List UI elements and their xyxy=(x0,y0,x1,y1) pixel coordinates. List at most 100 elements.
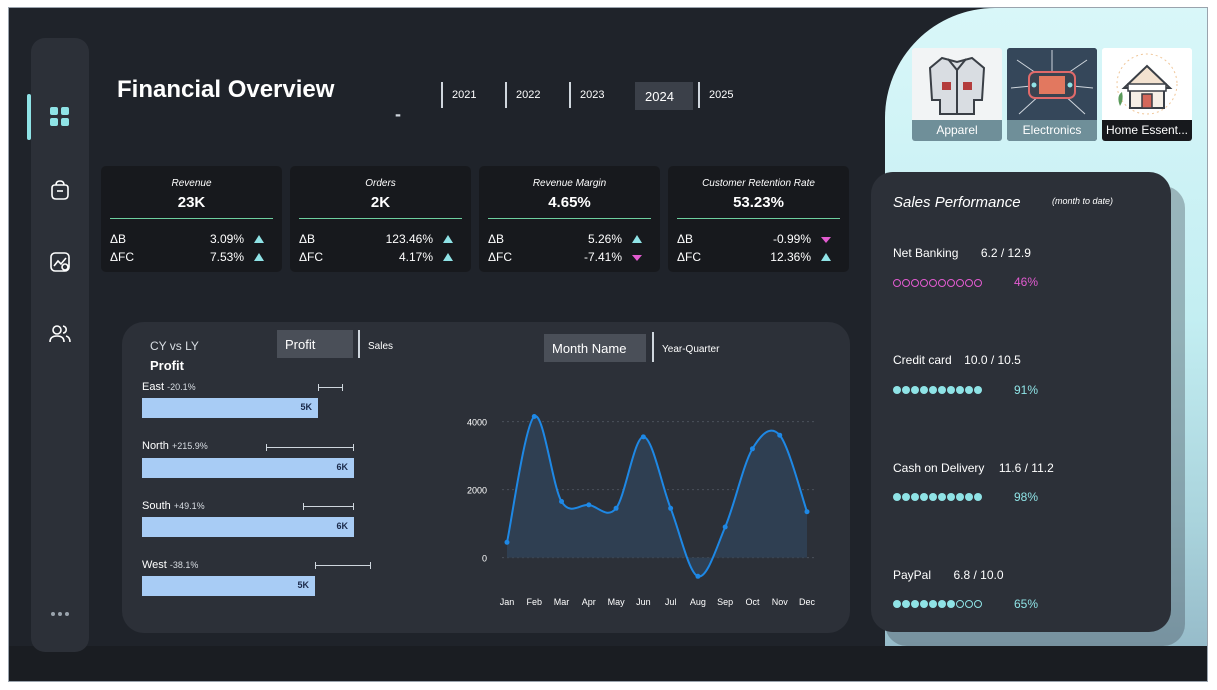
year-2023[interactable]: 2023 xyxy=(569,82,604,108)
perf-title: Sales Performance xyxy=(893,194,1021,211)
progress-dot xyxy=(911,600,919,608)
progress-dot xyxy=(956,279,964,287)
data-point-nov[interactable] xyxy=(777,432,783,438)
arrow-up-icon xyxy=(821,253,831,261)
data-point-may[interactable] xyxy=(613,505,619,511)
data-point-apr[interactable] xyxy=(586,502,592,508)
perf-row-net-banking: Net Banking 6.2 / 12.9 xyxy=(893,244,1031,262)
kpi-delta-label: ΔFC xyxy=(110,250,135,264)
kpi-title: Customer Retention Rate xyxy=(702,178,815,189)
data-point-jun[interactable] xyxy=(640,434,646,440)
toggle-sales[interactable]: Sales xyxy=(368,341,393,352)
kpi-card-customer-retention: Customer Retention Rate 53.23% ΔB -0.99%… xyxy=(668,166,849,272)
data-point-mar[interactable] xyxy=(559,499,565,504)
method-pct: 98% xyxy=(1014,490,1039,504)
data-point-jan[interactable] xyxy=(504,539,510,545)
shopping-bag-icon[interactable] xyxy=(44,174,76,206)
more-icon[interactable] xyxy=(44,598,76,630)
data-point-oct[interactable] xyxy=(749,446,755,452)
method-ratio: 6.2 / 12.9 xyxy=(980,246,1031,260)
data-point-sep[interactable] xyxy=(722,524,728,530)
toggle-profit[interactable]: Profit xyxy=(277,330,353,358)
kpi-value: 4.65% xyxy=(548,194,591,211)
progress-dot xyxy=(974,279,982,287)
data-point-feb[interactable] xyxy=(531,414,537,419)
perf-row-paypal: PayPal 6.8 / 10.0 xyxy=(893,566,1004,584)
category-label: Apparel xyxy=(912,120,1002,141)
kpi-delta-label: ΔFC xyxy=(488,250,513,264)
kpi-delta-value: -7.41% xyxy=(583,250,622,264)
kpi-title: Revenue Margin xyxy=(532,178,607,189)
arrow-up-icon xyxy=(632,235,642,243)
region-bar-west[interactable]: 5K xyxy=(142,576,315,596)
data-point-dec[interactable] xyxy=(804,509,810,515)
region-change: +49.1% xyxy=(173,501,205,511)
progress-dot xyxy=(911,386,919,394)
analytics-icon[interactable] xyxy=(44,246,76,278)
region-change: -38.1% xyxy=(169,560,199,570)
region-name: South xyxy=(142,500,171,512)
progress-dot xyxy=(974,493,982,501)
method-progress-dots xyxy=(893,386,982,394)
region-name: North xyxy=(142,440,169,452)
x-tick-label: Aug xyxy=(690,597,706,607)
progress-dot xyxy=(974,386,982,394)
year-2022[interactable]: 2022 xyxy=(505,82,540,108)
toggle-divider xyxy=(652,332,654,362)
method-ratio: 6.8 / 10.0 xyxy=(953,568,1004,582)
progress-dot xyxy=(920,600,928,608)
kpi-value: 53.23% xyxy=(733,194,784,211)
dashboard-frame: Financial Overview - 2021 2022 2023 2024… xyxy=(8,7,1208,682)
progress-dot xyxy=(947,600,955,608)
method-name: Cash on Delivery xyxy=(893,461,985,475)
kpi-value: 23K xyxy=(177,194,206,211)
kpi-delta-budget-row: ΔB 3.09% xyxy=(110,232,270,248)
category-apparel[interactable]: Apparel xyxy=(912,48,1002,141)
kpi-delta-label: ΔFC xyxy=(299,250,324,264)
progress-dot xyxy=(965,386,973,394)
progress-dot xyxy=(902,279,910,287)
arrow-up-icon xyxy=(443,253,453,261)
method-ratio: 10.0 / 10.5 xyxy=(964,353,1021,367)
kpi-delta-forecast-row: ΔFC 4.17% xyxy=(299,250,459,266)
progress-dot xyxy=(902,386,910,394)
region-bar-east[interactable]: 5K xyxy=(142,398,318,418)
jacket-icon xyxy=(912,48,1002,120)
category-home-essentials[interactable]: Home Essent... xyxy=(1102,48,1192,141)
toggle-year-quarter[interactable]: Year-Quarter xyxy=(662,344,719,355)
profit-panel: CY vs LY Profit Profit Sales Month Name … xyxy=(122,322,850,633)
users-icon[interactable] xyxy=(44,318,76,350)
year-2025[interactable]: 2025 xyxy=(698,82,733,108)
grid-icon[interactable] xyxy=(44,101,76,133)
region-bar-south[interactable]: 6K xyxy=(142,517,354,537)
region-label-south: South +49.1% xyxy=(142,500,205,512)
bar-value: 5K xyxy=(297,580,309,590)
year-2024[interactable]: 2024 xyxy=(635,82,693,110)
panel-metric-title: Profit xyxy=(150,358,184,373)
toggle-month-name[interactable]: Month Name xyxy=(544,334,646,362)
year-2021[interactable]: 2021 xyxy=(441,82,476,108)
x-tick-label: Feb xyxy=(527,597,543,607)
area-fill xyxy=(507,416,807,577)
progress-dot xyxy=(956,386,964,394)
x-tick-label: Jul xyxy=(665,597,677,607)
x-tick-label: Dec xyxy=(799,597,816,607)
y-tick-label: 0 xyxy=(482,554,487,564)
x-tick-label: Jan xyxy=(500,597,515,607)
region-change: -20.1% xyxy=(167,382,196,392)
category-electronics[interactable]: Electronics xyxy=(1007,48,1097,141)
progress-dot xyxy=(893,493,901,501)
kpi-title: Orders xyxy=(365,178,396,189)
region-bar-north[interactable]: 6K xyxy=(142,458,354,478)
sidebar xyxy=(27,38,89,652)
y-tick-label: 4000 xyxy=(467,418,487,428)
toggle-divider xyxy=(358,330,360,358)
region-name: West xyxy=(142,559,167,571)
data-point-aug[interactable] xyxy=(695,573,701,579)
game-console-icon xyxy=(1007,48,1097,120)
kpi-delta-budget-row: ΔB -0.99% xyxy=(677,232,837,248)
progress-dot xyxy=(956,600,964,608)
data-point-jul[interactable] xyxy=(668,505,674,511)
kpi-delta-value: 12.36% xyxy=(770,250,811,264)
method-pct: 91% xyxy=(1014,383,1039,397)
